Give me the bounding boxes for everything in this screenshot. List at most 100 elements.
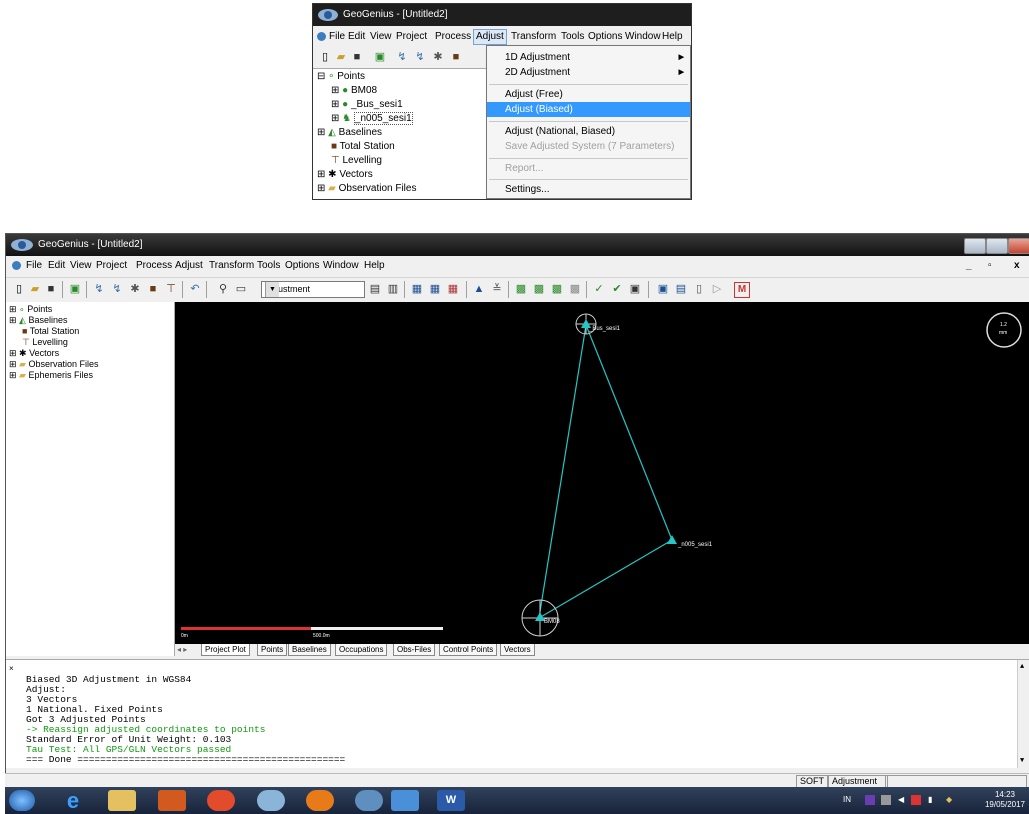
tree-point-n005-sesi1[interactable]: ⊞ ♞ _n005_sesi1	[331, 112, 413, 125]
menu-item-1d-adjustment[interactable]: 1D Adjustment ▶	[487, 50, 690, 65]
levelling-tool-icon[interactable]: ⊤	[164, 282, 178, 296]
tree-total-station[interactable]: ■ Total Station	[331, 141, 395, 152]
inset-menu-window[interactable]: Window	[625, 28, 661, 46]
export-icon[interactable]: ▤	[674, 282, 688, 296]
network-adjust-icon[interactable]: ▩	[532, 282, 546, 296]
report-view-icon[interactable]: ▦	[446, 282, 460, 296]
import-icon[interactable]: ▣	[373, 50, 387, 64]
media-player-icon[interactable]	[158, 790, 186, 811]
tree-ephemeris-files[interactable]: ⊞ ▰ Ephemeris Files	[9, 370, 93, 381]
inset-menu-help[interactable]: Help	[662, 28, 683, 46]
inset-menu-adjust[interactable]: Adjust	[473, 29, 507, 45]
tree-baselines[interactable]: ⊞ ◭ Baselines	[9, 315, 68, 326]
tab-occupations[interactable]: Occupations	[335, 644, 388, 656]
tree-point-bm08[interactable]: ⊞ ● BM08	[331, 85, 377, 96]
tree-total-station[interactable]: ■ Total Station	[22, 326, 79, 336]
volume-tray-icon[interactable]: ◀	[898, 795, 908, 805]
word-icon[interactable]: W	[437, 790, 465, 811]
inset-menu-transform[interactable]: Transform	[511, 28, 556, 46]
output-close-icon[interactable]: ×	[9, 664, 14, 674]
point-marker-n005-sesi1[interactable]	[667, 535, 677, 544]
tree-vectors[interactable]: ⊞ ✱ Vectors	[9, 348, 59, 359]
mdi-close-button[interactable]: x	[1014, 257, 1020, 275]
menu-item-adjust-biased[interactable]: Adjust (Biased)	[487, 102, 690, 117]
panel-icon[interactable]: ▥	[386, 282, 400, 296]
tab-control-points[interactable]: Control Points	[439, 644, 498, 656]
sticky-notes-icon[interactable]	[391, 790, 419, 811]
open-folder-icon[interactable]: ▰	[334, 50, 348, 64]
tab-baselines[interactable]: Baselines	[288, 644, 331, 656]
undo-icon[interactable]: ↶	[188, 282, 202, 296]
menu-item-settings[interactable]: Settings...	[487, 182, 690, 197]
menu-transform[interactable]: Transform	[209, 257, 254, 275]
menu-tools[interactable]: Tools	[257, 257, 280, 275]
internet-explorer-icon[interactable]: e	[59, 790, 87, 812]
signal-tray-icon[interactable]: ▮	[928, 795, 938, 805]
open-folder-icon[interactable]: ▰	[28, 282, 42, 296]
new-file-icon[interactable]: ▯	[12, 282, 26, 296]
mdi-restore-button[interactable]: ▫	[988, 257, 992, 275]
geogenius-icon[interactable]	[355, 790, 383, 811]
flag-tray-icon[interactable]	[881, 795, 891, 805]
save-icon[interactable]: ■	[350, 50, 364, 64]
menu-item-save-adjusted-system[interactable]: Save Adjusted System (7 Parameters)	[487, 139, 690, 154]
file-explorer-icon[interactable]	[108, 790, 136, 811]
import-icon[interactable]: ▣	[68, 282, 82, 296]
scroll-up-icon[interactable]: ▲	[1020, 662, 1024, 672]
tree-point-bus-sesi1[interactable]: ⊞ ● _Bus_sesi1	[331, 99, 403, 110]
inset-menu-tools[interactable]: Tools	[561, 28, 584, 46]
menu-options[interactable]: Options	[285, 257, 319, 275]
tree-points[interactable]: ⊟ ∘ Points	[317, 71, 365, 82]
tile-icon[interactable]: ▤	[368, 282, 382, 296]
antivirus-tray-icon[interactable]	[911, 795, 921, 805]
close-button[interactable]	[1008, 238, 1029, 254]
tree-vectors[interactable]: ⊞ ✱ Vectors	[317, 169, 373, 180]
inset-menu-file[interactable]: File	[329, 28, 345, 46]
chevron-down-icon[interactable]: ▼	[265, 282, 279, 297]
frame-icon[interactable]: ▣	[628, 282, 642, 296]
baseline-tool-icon[interactable]: ↯	[92, 282, 106, 296]
mode-combo-box[interactable]: Adjustment ▼	[261, 281, 365, 298]
tree-levelling[interactable]: ⊤ Levelling	[22, 337, 68, 348]
menu-item-adjust-free[interactable]: Adjust (Free)	[487, 87, 690, 102]
mdi-minimize-button[interactable]: _	[966, 257, 972, 275]
network-icon[interactable]: ▩	[514, 282, 528, 296]
tree-levelling[interactable]: ⊤ Levelling	[331, 155, 382, 166]
minimize-button[interactable]	[964, 238, 986, 254]
inset-menu-view[interactable]: View	[370, 28, 392, 46]
inset-menu-edit[interactable]: Edit	[348, 28, 365, 46]
scroll-down-icon[interactable]: ▼	[1020, 756, 1024, 766]
system-clock[interactable]: 14:23 19/05/2017	[985, 790, 1025, 810]
menu-item-2d-adjustment[interactable]: 2D Adjustment ▶	[487, 65, 690, 80]
tree-observation-files[interactable]: ⊞ ▰ Observation Files	[9, 359, 99, 370]
total-station-tool-icon[interactable]: ■	[449, 50, 463, 64]
tree-points[interactable]: ⊞ ∘ Points	[9, 304, 52, 315]
print-icon[interactable]: ▣	[656, 282, 670, 296]
point-tool-icon[interactable]: ↯	[413, 50, 427, 64]
total-station-tool-icon[interactable]: ■	[146, 282, 160, 296]
tree-observation-files[interactable]: ⊞ ▰ Observation Files	[317, 183, 416, 194]
menu-edit[interactable]: Edit	[48, 257, 65, 275]
zoom-icon[interactable]: ⚲	[216, 282, 230, 296]
network-tray-icon[interactable]: ◆	[946, 795, 956, 805]
list-view-icon[interactable]: ▦	[428, 282, 442, 296]
menu-project[interactable]: Project	[96, 257, 127, 275]
inset-menu-options[interactable]: Options	[588, 28, 622, 46]
start-button-icon[interactable]	[9, 790, 35, 811]
tab-points[interactable]: Points	[257, 644, 288, 656]
window-icon[interactable]: ▭	[234, 282, 248, 296]
new-file-icon[interactable]: ▯	[318, 50, 332, 64]
grid-view-icon[interactable]: ▦	[410, 282, 424, 296]
output-scrollbar[interactable]: ▲ ▼	[1017, 660, 1029, 768]
network-check-icon[interactable]: ▩	[550, 282, 564, 296]
menu-adjust[interactable]: Adjust	[175, 257, 203, 275]
baseline-tool-icon[interactable]: ↯	[395, 50, 409, 64]
point-tool-icon[interactable]: ↯	[110, 282, 124, 296]
tab-project-plot[interactable]: Project Plot	[201, 644, 250, 656]
tab-obs-files[interactable]: Obs-Files	[393, 644, 436, 656]
inset-menu-process[interactable]: Process	[435, 28, 471, 46]
tab-vectors[interactable]: Vectors	[500, 644, 535, 656]
onenote-tray-icon[interactable]	[865, 795, 875, 805]
tray-lang[interactable]: IN	[843, 795, 853, 805]
network-disabled-icon[interactable]: ▩	[568, 282, 582, 296]
